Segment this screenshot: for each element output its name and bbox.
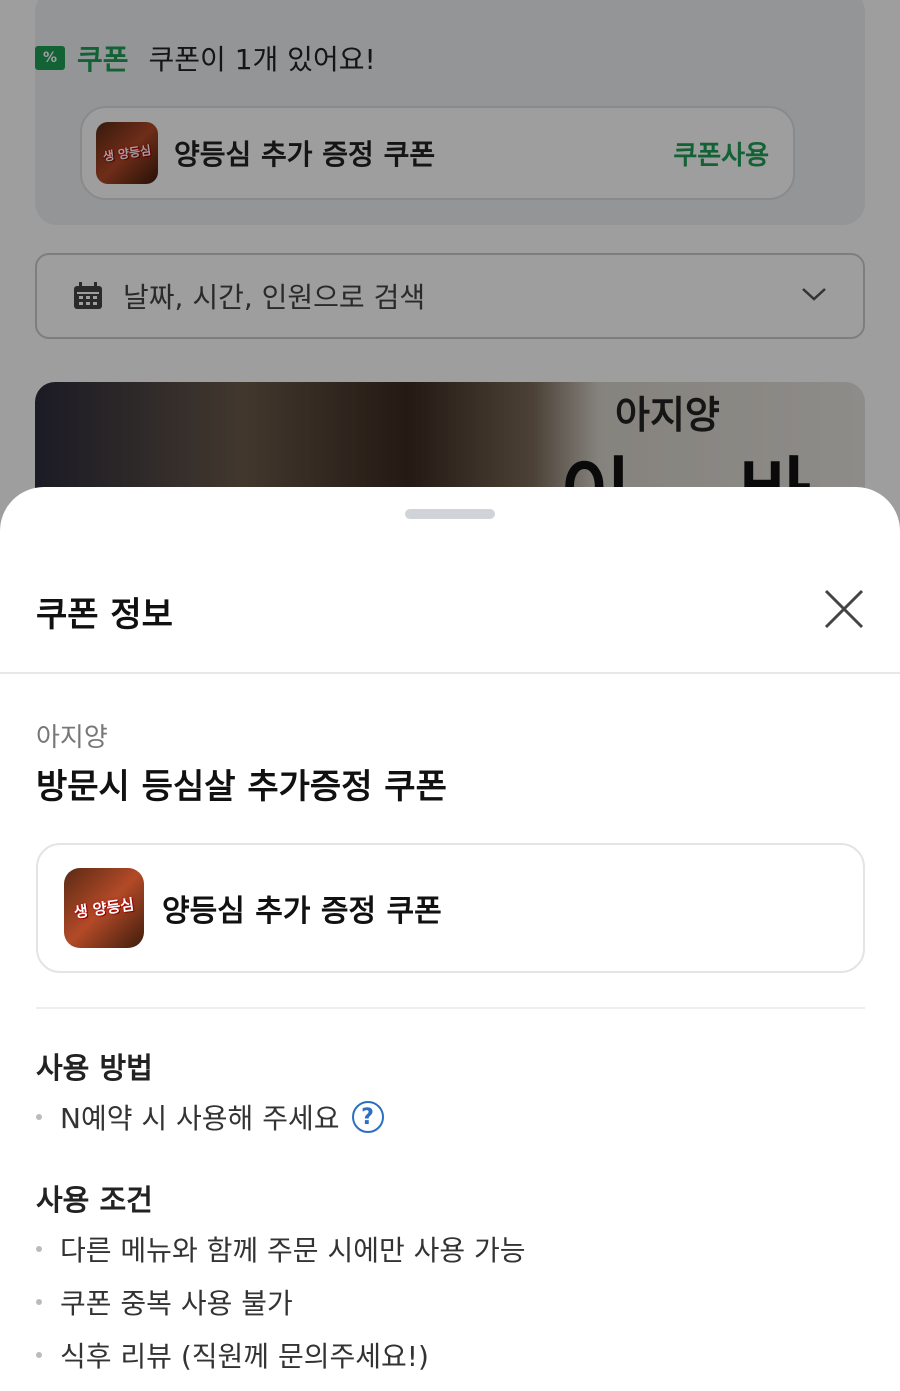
condition-item-text: 쿠폰 중복 사용 불가 xyxy=(60,1287,293,1320)
bullet-dot xyxy=(36,1246,42,1252)
coupon-card-thumbnail: 생 양등심 xyxy=(64,868,144,948)
coupon-card-title: 양등심 추가 증정 쿠폰 xyxy=(162,894,442,929)
sheet-drag-handle[interactable] xyxy=(405,509,495,519)
condition-item: 다른 메뉴와 함께 주문 시에만 사용 가능 xyxy=(36,1229,526,1269)
usage-item-text: N예약 시 사용해 주세요 xyxy=(60,1102,340,1135)
sheet-title: 쿠폰 정보 xyxy=(36,595,173,635)
usage-section-title: 사용 방법 xyxy=(36,1051,153,1085)
usage-item: N예약 시 사용해 주세요 ? xyxy=(36,1097,384,1137)
bullet-dot xyxy=(36,1114,42,1120)
condition-item: 식후 리뷰 (직원께 문의주세요!) xyxy=(36,1335,429,1375)
condition-item: 쿠폰 중복 사용 불가 xyxy=(36,1282,293,1322)
coupon-card: 생 양등심 양등심 추가 증정 쿠폰 xyxy=(36,843,865,973)
condition-item-text: 식후 리뷰 (직원께 문의주세요!) xyxy=(60,1340,429,1373)
bullet-dot xyxy=(36,1352,42,1358)
conditions-section-title: 사용 조건 xyxy=(36,1183,153,1217)
bullet-dot xyxy=(36,1299,42,1305)
help-icon[interactable]: ? xyxy=(351,1101,384,1133)
header-divider xyxy=(0,672,900,674)
coupon-info-sheet: 쿠폰 정보 아지양 방문시 등심살 추가증정 쿠폰 생 양등심 양등심 추가 증… xyxy=(0,487,900,1391)
section-divider xyxy=(36,1007,865,1009)
coupon-card-thumbnail-text: 생 양등심 xyxy=(72,895,136,922)
close-icon xyxy=(824,589,864,629)
coupon-name: 방문시 등심살 추가증정 쿠폰 xyxy=(36,767,447,807)
close-button[interactable] xyxy=(818,583,870,635)
shop-name: 아지양 xyxy=(36,723,108,753)
condition-item-text: 다른 메뉴와 함께 주문 시에만 사용 가능 xyxy=(60,1234,526,1267)
